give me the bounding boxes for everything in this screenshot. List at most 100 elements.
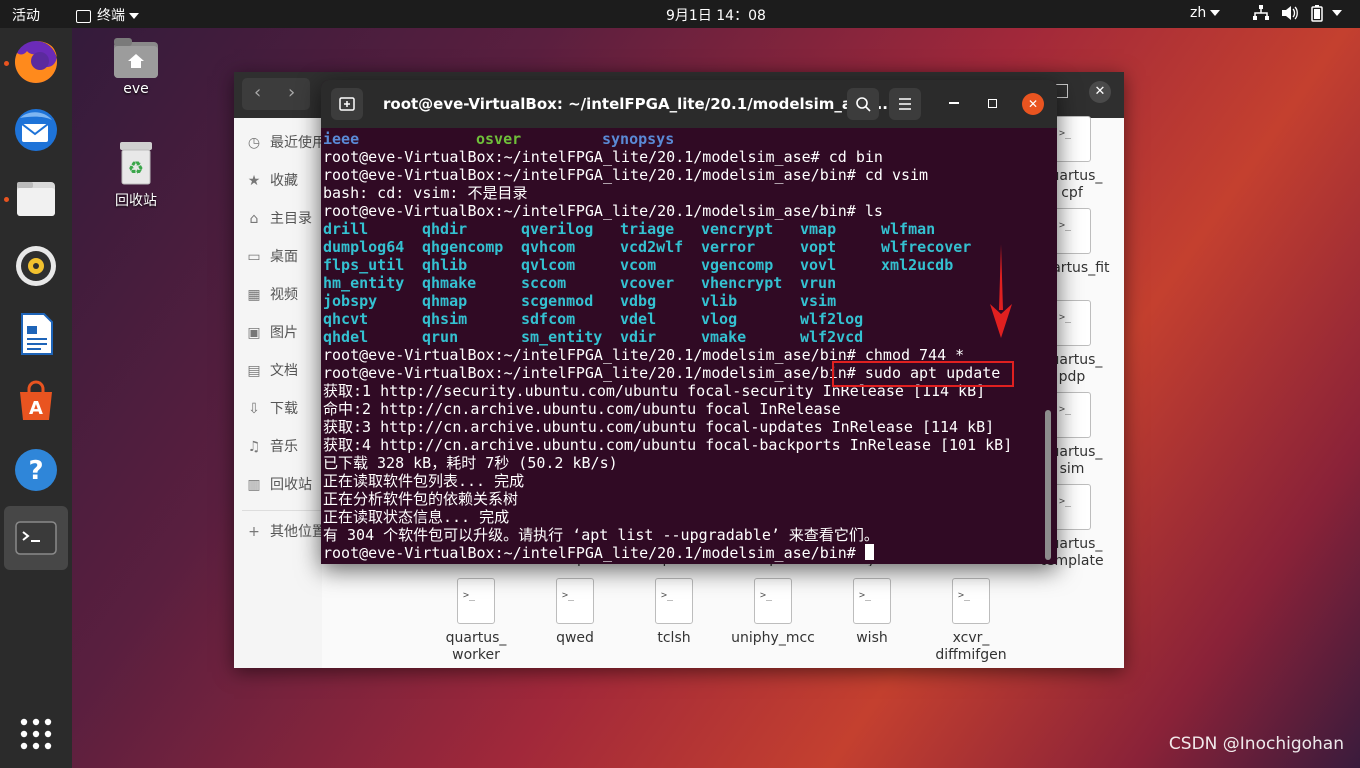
executable-file-icon: >_ [1053, 300, 1091, 346]
ls-entry: qhdel [323, 328, 369, 346]
system-menu[interactable] [1328, 5, 1342, 21]
trash-icon[interactable]: ♻ [116, 138, 156, 188]
app-menu[interactable]: 终端 [76, 5, 139, 25]
home-icon: ⌂ [249, 211, 259, 227]
file-item[interactable]: >_ wish [822, 578, 922, 647]
home-folder-icon[interactable] [112, 34, 160, 80]
terminal-line: 正在读取软件包列表... 完成 [323, 472, 525, 490]
terminal-prompt-line: root@eve-VirtualBox:~/intelFPGA_lite/20.… [323, 544, 874, 562]
nav-buttons: ‹ › [242, 78, 310, 110]
ls-entry: wlf2vcd [800, 328, 864, 346]
ls-entry: qverilog [521, 220, 594, 238]
terminal-line: 正在读取状态信息... 完成 [323, 508, 510, 526]
show-applications-icon[interactable] [18, 716, 54, 752]
close-icon[interactable]: ✕ [1089, 81, 1111, 103]
files-icon[interactable] [10, 172, 62, 224]
maximize-icon[interactable] [988, 99, 997, 108]
download-icon: ⇩ [248, 401, 260, 417]
ls-entry: hm_entity [323, 274, 405, 292]
input-method-label: zh [1190, 5, 1207, 21]
terminal-window[interactable]: root@eve-VirtualBox: ~/intelFPGA_lite/20… [321, 80, 1057, 564]
activities-button[interactable]: 活动 [12, 5, 40, 25]
help-icon[interactable]: ? [10, 444, 62, 496]
file-manager-sidebar: ◷ 最近使用 ★ 收藏 ⌂ 主目录 ▭ 桌面 ▦ 视频 ▣ 图片 ▤ 文档 ⇩ 下载 ♫ 音乐 ▥ 回收站 + 其他位置 [234, 118, 326, 668]
sidebar-item-music[interactable]: ♫ 音乐 [246, 436, 298, 456]
software-icon[interactable]: A [10, 376, 62, 428]
ls-entry: vovl [800, 256, 837, 274]
running-indicator [4, 61, 9, 66]
writer-icon[interactable] [10, 308, 62, 360]
ls-entry: dumplog64 [323, 238, 405, 256]
sidebar-item-desktop[interactable]: ▭ 桌面 [246, 246, 298, 266]
sidebar-item-plus[interactable]: + 其他位置 [246, 521, 326, 541]
file-name: quartus_ [445, 630, 507, 646]
input-method-indicator[interactable]: zh [1190, 5, 1221, 21]
chevron-down-icon [1332, 10, 1342, 16]
home-folder-label: eve [123, 81, 149, 97]
file-name-line2: worker [452, 647, 500, 663]
executable-file-icon: >_ [853, 578, 891, 624]
battery-icon[interactable] [1310, 4, 1324, 26]
ls-entry: qhsim [422, 310, 468, 328]
rhythmbox-icon[interactable] [10, 240, 62, 292]
file-item[interactable]: >_ uniphy_mcc [723, 578, 823, 647]
sidebar-item-document[interactable]: ▤ 文档 [246, 360, 298, 380]
sidebar-item-label: 桌面 [270, 249, 298, 265]
ls-entry: drill [323, 220, 369, 238]
hamburger-icon [899, 98, 911, 110]
network-icon[interactable] [1252, 4, 1270, 26]
executable-file-icon: >_ [457, 578, 495, 624]
file-item[interactable]: >_ qwed [525, 578, 625, 647]
sidebar-item-star[interactable]: ★ 收藏 [246, 170, 298, 190]
close-icon[interactable]: ✕ [1022, 93, 1044, 115]
clock[interactable]: 9月1日 14：08 [666, 5, 766, 25]
terminal-line: bash: cd: vsim: 不是目录 [323, 184, 528, 202]
minimize-icon[interactable] [949, 102, 959, 104]
file-name: xcvr_ [952, 630, 990, 646]
sidebar-item-picture[interactable]: ▣ 图片 [246, 322, 298, 342]
sidebar-item-home[interactable]: ⌂ 主目录 [246, 208, 312, 228]
terminal-line: root@eve-VirtualBox:~/intelFPGA_lite/20.… [323, 166, 929, 184]
firefox-icon[interactable] [10, 36, 62, 88]
terminal-line: 已下载 328 kB，耗时 7秒 (50.2 kB/s) [323, 454, 618, 472]
ls-entry: vrun [800, 274, 837, 292]
ls-entry: vopt [800, 238, 837, 256]
ls-entry: synopsys [602, 130, 675, 148]
forward-icon[interactable]: › [288, 82, 295, 103]
sidebar-item-label: 收藏 [270, 173, 298, 189]
annotation-arrow [988, 244, 1014, 340]
terminal-line: 获取:4 http://cn.archive.ubuntu.com/ubuntu… [323, 436, 1013, 454]
search-button[interactable] [847, 88, 879, 120]
file-item[interactable]: >_ quartus_ worker [426, 578, 526, 664]
terminal-icon[interactable] [10, 512, 62, 564]
star-icon: ★ [247, 173, 261, 189]
ls-entry: vcover [620, 274, 675, 292]
file-name: qwed [556, 630, 594, 646]
ls-entry: sccom [521, 274, 567, 292]
top-bar: 活动 终端 9月1日 14：08 zh [0, 0, 1360, 28]
text-cursor[interactable] [864, 544, 874, 560]
executable-file-icon: >_ [1053, 392, 1091, 438]
menu-button[interactable] [889, 88, 921, 120]
thunderbird-icon[interactable] [10, 104, 62, 156]
executable-file-icon: >_ [1053, 208, 1091, 254]
new-tab-button[interactable] [331, 88, 363, 120]
scrollbar[interactable] [1045, 410, 1051, 560]
back-icon[interactable]: ‹ [254, 82, 261, 103]
sidebar-item-download[interactable]: ⇩ 下载 [246, 398, 298, 418]
sidebar-item-label: 文档 [270, 363, 298, 379]
sidebar-item-label: 图片 [270, 325, 298, 341]
ls-entry: vgencomp [701, 256, 774, 274]
terminal-line: root@eve-VirtualBox:~/intelFPGA_lite/20.… [323, 148, 883, 166]
file-item[interactable]: >_ tclsh [624, 578, 724, 647]
running-indicator [4, 197, 9, 202]
sidebar-item-trash[interactable]: ▥ 回收站 [246, 474, 312, 494]
sidebar-item-clock[interactable]: ◷ 最近使用 [246, 132, 326, 152]
sidebar-item-label: 最近使用 [270, 135, 326, 151]
ls-entry: flps_util [323, 256, 405, 274]
sidebar-item-video[interactable]: ▦ 视频 [246, 284, 298, 304]
svg-text:♻: ♻ [128, 158, 144, 179]
volume-icon[interactable] [1280, 4, 1300, 26]
file-item[interactable]: >_ xcvr_ diffmifgen [921, 578, 1021, 664]
terminal-output[interactable]: ieee osver synopsys root@eve-VirtualBox:~/i… [323, 130, 1043, 564]
